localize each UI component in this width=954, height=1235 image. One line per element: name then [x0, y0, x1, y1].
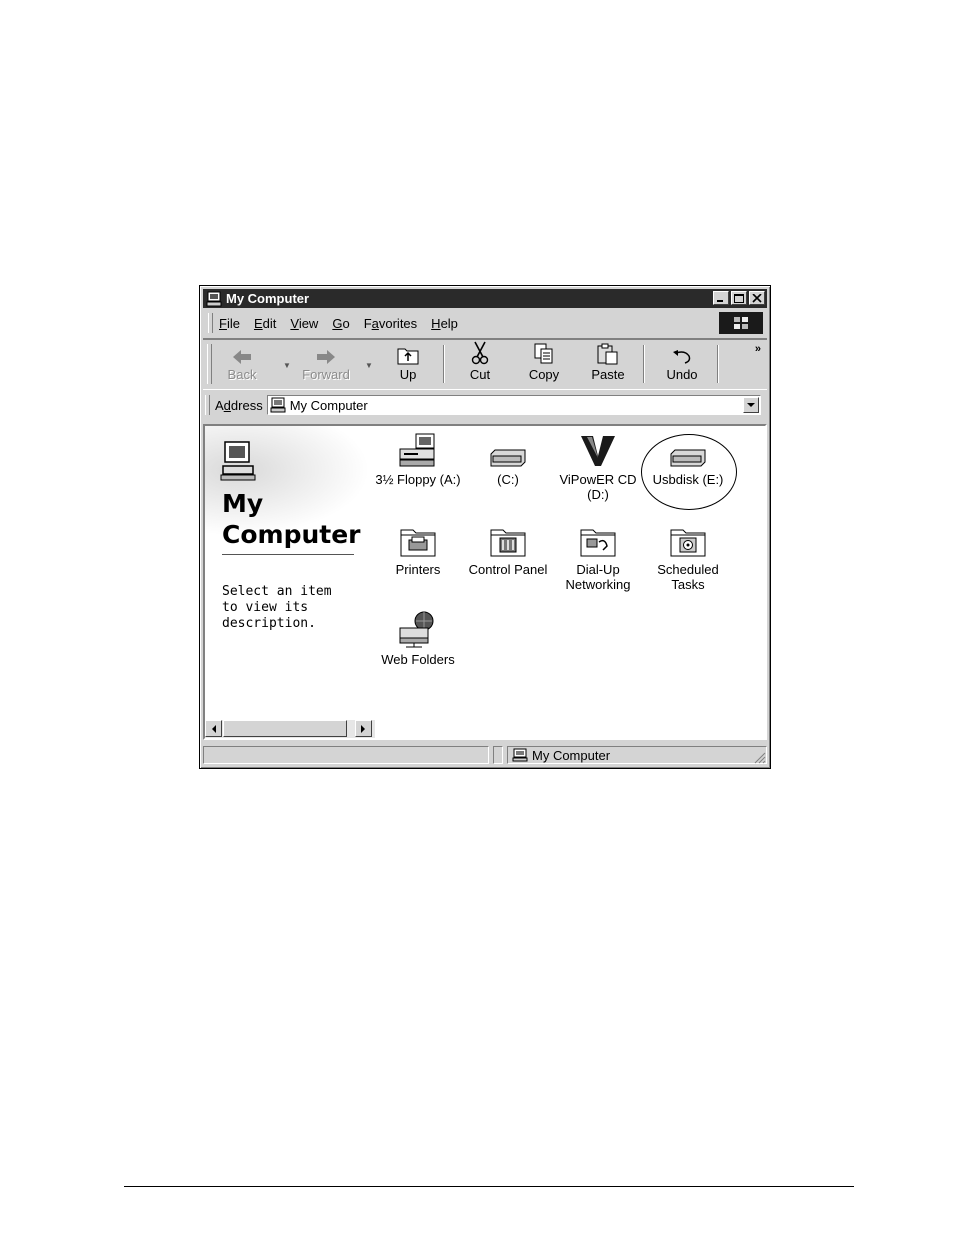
- address-input[interactable]: My Computer: [266, 395, 761, 415]
- usbdisk-highlight-circle: [641, 434, 737, 510]
- menu-file[interactable]: File: [219, 316, 240, 331]
- floppy-drive-icon: [399, 433, 435, 467]
- cd-drive-icon: [581, 436, 615, 466]
- copy-icon: [534, 343, 553, 364]
- window-title: My Computer: [226, 291, 310, 306]
- toolbar-separator: [643, 345, 644, 383]
- menu-bar: File Edit View Go Favorites Help: [203, 310, 767, 336]
- pane-description: Select an item to view its description.: [222, 584, 332, 631]
- pane-divider: [222, 554, 354, 555]
- menu-edit[interactable]: Edit: [254, 316, 276, 331]
- address-bar: Address My Computer: [203, 392, 767, 418]
- web-view-pane: My Computer Select an item to view its d…: [205, 426, 370, 738]
- arrow-right-icon: [361, 724, 365, 733]
- icon-scheduled-tasks[interactable]: Scheduled Tasks: [642, 520, 734, 592]
- chevron-down-icon: [747, 402, 755, 407]
- status-zone-panel: My Computer: [507, 746, 767, 764]
- hard-drive-icon: [490, 449, 526, 467]
- forward-arrow-icon: [317, 350, 335, 364]
- paste-button[interactable]: Paste: [581, 343, 635, 385]
- scroll-thumb[interactable]: [223, 720, 347, 737]
- scheduled-tasks-folder-icon: [670, 529, 706, 557]
- close-icon: [752, 294, 762, 303]
- computer-icon: [206, 291, 222, 306]
- maximize-button[interactable]: [731, 291, 747, 305]
- minimize-button[interactable]: [713, 291, 729, 305]
- scroll-right-button[interactable]: [355, 720, 372, 737]
- status-mid-panel: [493, 746, 503, 764]
- address-label: Address: [215, 397, 263, 413]
- undo-icon: [673, 350, 691, 364]
- forward-button[interactable]: Forward: [299, 343, 353, 385]
- copy-button[interactable]: Copy: [517, 343, 571, 385]
- page-footer-rule: [124, 1186, 854, 1187]
- menu-go[interactable]: Go: [332, 316, 349, 331]
- icon-dialup-networking[interactable]: Dial-Up Networking: [552, 520, 644, 592]
- cut-button[interactable]: Cut: [453, 341, 507, 385]
- icon-floppy-a[interactable]: 3½ Floppy (A:): [372, 430, 464, 487]
- title-bar[interactable]: My Computer: [203, 289, 767, 308]
- minimize-icon: [717, 300, 723, 302]
- icon-printers[interactable]: Printers: [372, 520, 464, 577]
- address-grip[interactable]: [205, 395, 210, 415]
- menu-help[interactable]: Help: [431, 316, 458, 331]
- address-value: My Computer: [289, 397, 368, 413]
- computer-icon: [512, 748, 528, 762]
- icon-web-folders[interactable]: Web Folders: [372, 610, 464, 667]
- up-button[interactable]: Up: [381, 343, 435, 385]
- control-panel-folder-icon: [490, 529, 526, 557]
- scroll-left-button[interactable]: [205, 720, 222, 737]
- up-folder-icon: [397, 348, 419, 365]
- pane-title: My Computer: [222, 489, 361, 549]
- scissors-icon: [471, 341, 489, 365]
- menu-view[interactable]: View: [290, 316, 318, 331]
- toolbar-separator: [717, 345, 718, 383]
- computer-icon: [270, 397, 286, 413]
- paste-icon: [597, 343, 618, 365]
- my-computer-window: My Computer File Edit View Go Favorites …: [199, 285, 771, 769]
- back-dropdown-icon[interactable]: ▼: [283, 361, 291, 370]
- back-arrow-icon: [233, 350, 251, 364]
- windows-logo: [719, 312, 763, 334]
- status-zone-text: My Computer: [532, 747, 611, 763]
- address-dropdown-button[interactable]: [743, 397, 759, 413]
- menu-grip[interactable]: [208, 313, 213, 333]
- arrow-left-icon: [212, 724, 216, 733]
- back-button[interactable]: Back: [215, 343, 269, 385]
- close-button[interactable]: [749, 291, 765, 305]
- more-buttons-chevron[interactable]: »: [755, 343, 761, 355]
- toolbar-separator: [443, 345, 444, 383]
- status-text-panel: [203, 746, 489, 764]
- icon-drive-c[interactable]: (C:): [462, 430, 554, 487]
- horizontal-scrollbar[interactable]: [205, 720, 375, 738]
- forward-dropdown-icon[interactable]: ▼: [365, 361, 373, 370]
- resize-grip-icon[interactable]: [754, 752, 766, 764]
- toolbar-grip[interactable]: [207, 344, 212, 384]
- undo-button[interactable]: Undo: [655, 343, 709, 385]
- dialup-folder-icon: [580, 529, 616, 557]
- standard-toolbar: Back ▼ Forward ▼ Up Cut Copy Paste Undo …: [203, 338, 767, 390]
- printers-folder-icon: [400, 529, 436, 557]
- icon-control-panel[interactable]: Control Panel: [462, 520, 554, 577]
- status-bar: My Computer: [203, 745, 767, 765]
- web-folders-icon: [399, 611, 434, 648]
- icon-cd-d[interactable]: ViPowER CD (D:): [552, 430, 644, 502]
- windows-flag-icon: [734, 317, 748, 329]
- my-computer-large-icon: [220, 441, 256, 481]
- maximize-icon: [734, 294, 744, 303]
- menu-favorites[interactable]: Favorites: [364, 316, 417, 331]
